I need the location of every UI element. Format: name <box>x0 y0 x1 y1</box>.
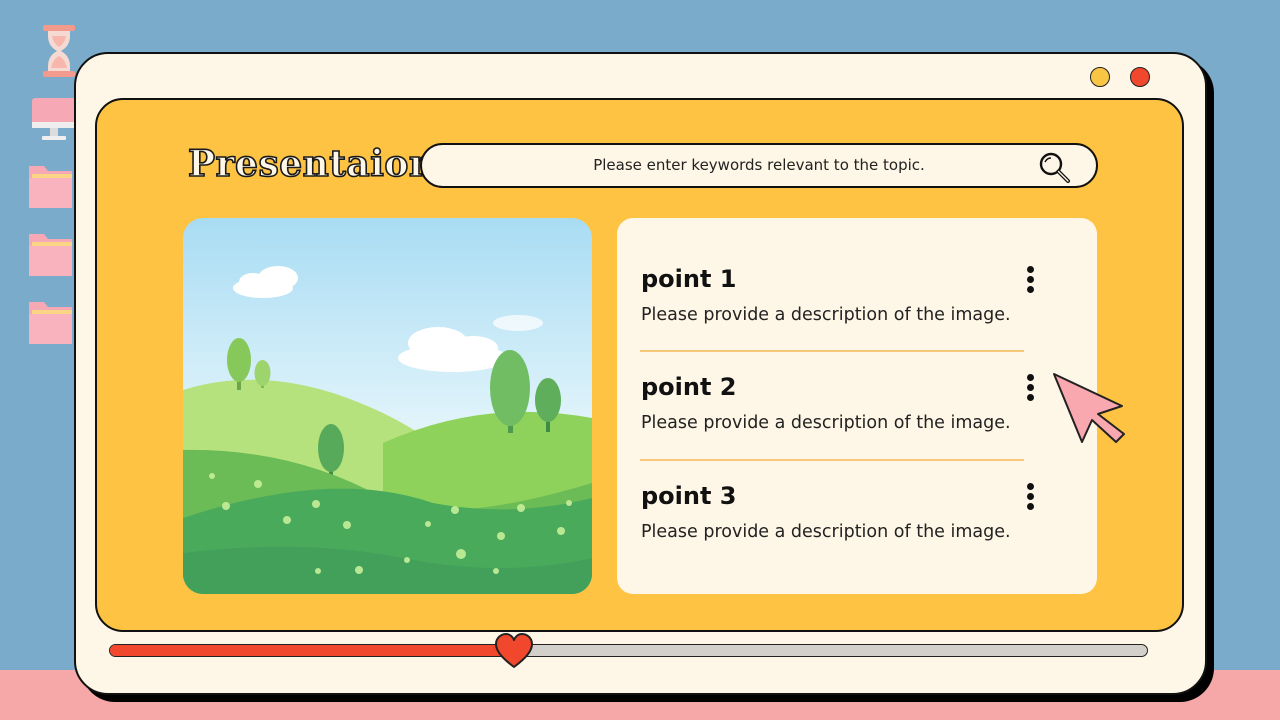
more-options-icon[interactable] <box>1025 266 1035 296</box>
folder-icon[interactable] <box>28 162 74 210</box>
point-description: Please provide a description of the imag… <box>641 305 1011 325</box>
landscape-image <box>183 218 592 594</box>
hourglass-icon[interactable] <box>40 24 78 78</box>
list-item: point 1 Please provide a description of … <box>641 262 1041 328</box>
search-input[interactable]: Please enter keywords relevant to the to… <box>422 145 1096 186</box>
progress-fill <box>110 645 515 656</box>
divider <box>640 459 1024 461</box>
points-card: point 1 Please provide a description of … <box>617 218 1097 594</box>
more-options-icon[interactable] <box>1025 483 1035 513</box>
close-button[interactable] <box>1130 67 1150 87</box>
point-description: Please provide a description of the imag… <box>641 522 1011 542</box>
search-icon[interactable] <box>1037 150 1071 184</box>
progress-bar[interactable] <box>109 644 1148 657</box>
point-description: Please provide a description of the imag… <box>641 413 1011 433</box>
folder-icon[interactable] <box>28 298 74 346</box>
point-title: point 2 <box>641 373 737 401</box>
minimize-button[interactable] <box>1090 67 1110 87</box>
list-item: point 3 Please provide a description of … <box>641 479 1041 545</box>
point-title: point 1 <box>641 265 737 293</box>
search-bar[interactable]: Please enter keywords relevant to the to… <box>420 143 1098 188</box>
folder-icon[interactable] <box>28 230 74 278</box>
computer-icon[interactable] <box>30 96 78 144</box>
pointer-cursor-icon <box>1053 373 1125 443</box>
point-title: point 3 <box>641 482 737 510</box>
page-title: Presentaion <box>187 142 436 186</box>
list-item: point 2 Please provide a description of … <box>641 370 1041 436</box>
more-options-icon[interactable] <box>1025 374 1035 404</box>
heart-slider-handle-icon[interactable] <box>494 632 534 670</box>
divider <box>640 350 1024 352</box>
